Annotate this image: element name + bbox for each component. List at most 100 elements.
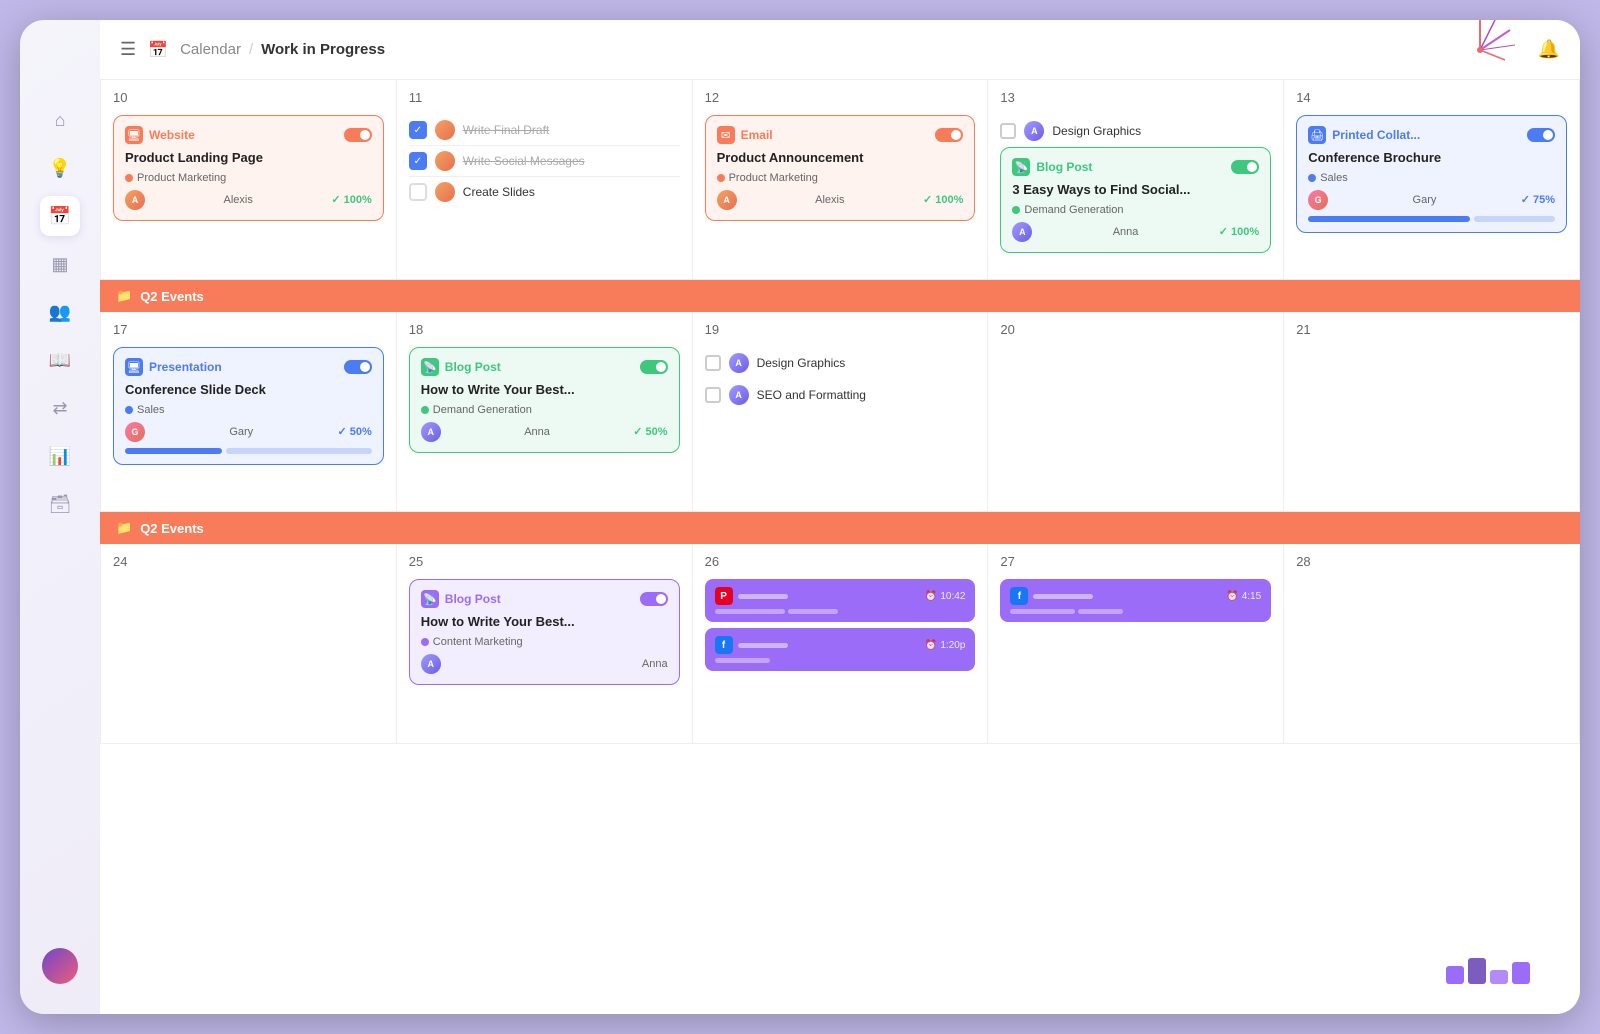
card-presentation[interactable]: 🖥 Presentation Conference Slide Deck Sal… [113,347,384,465]
blog-type-icon-25: 📡 [421,590,439,608]
q2-banner-icon: 📁 [116,288,132,304]
user-avatar[interactable] [42,948,78,984]
card-percent: ✓ 75% [1521,193,1555,206]
card-tag-label: Demand Generation [1024,204,1123,216]
website-type-icon: 🖥 [125,126,143,144]
card-blog-18[interactable]: 📡 Blog Post How to Write Your Best... De… [409,347,680,453]
q2-banner-label: Q2 Events [140,289,204,304]
sidebar-icon-home[interactable]: ⌂ [40,100,80,140]
task-checkbox[interactable] [705,387,721,403]
card-blog-13[interactable]: 📡 Blog Post 3 Easy Ways to Find Social..… [1000,147,1271,253]
card-type-label: Website [149,128,338,142]
assignee-avatar: G [1308,190,1328,210]
assignee-name: Gary [229,426,253,438]
tag-dot [125,174,133,182]
task-checkbox[interactable] [1000,123,1016,139]
social-card-facebook-26[interactable]: f ⏰1:20p [705,628,976,671]
day-number-27: 27 [1000,554,1271,569]
pinterest-icon: P [715,587,733,605]
task-seo-19: A SEO and Formatting [705,379,976,411]
card-percent: ✓ 100% [1219,225,1259,238]
checkbox-empty[interactable] [409,183,427,201]
day-number-21: 21 [1296,322,1567,337]
day-number-13: 13 [1000,90,1271,105]
card-type-label: Blog Post [445,592,634,606]
day-number-19: 19 [705,322,976,337]
breadcrumb-current: Work in Progress [261,41,385,58]
card-blog-25[interactable]: 📡 Blog Post How to Write Your Best... Co… [409,579,680,685]
card-toggle[interactable] [640,592,668,606]
day-number-11: 11 [409,90,680,105]
card-toggle[interactable] [935,128,963,142]
card-website[interactable]: 🖥 Website Product Landing Page Product M… [113,115,384,221]
card-toggle[interactable] [1231,160,1259,174]
notification-bell[interactable]: 🔔 [1538,39,1560,60]
email-type-icon: ✉ [717,126,735,144]
tag-dot [1012,206,1020,214]
card-toggle[interactable] [344,128,372,142]
card-email[interactable]: ✉ Email Product Announcement Product Mar… [705,115,976,221]
sidebar-icon-book[interactable]: 📖 [40,340,80,380]
facebook-icon: f [715,636,733,654]
calendar-day-17: 17 🖥 Presentation Conference Slide Deck … [101,312,397,512]
breadcrumb: Calendar / Work in Progress [180,41,385,58]
social-card-facebook-27[interactable]: f ⏰4:15 [1000,579,1271,622]
card-tag-label: Product Marketing [729,172,818,184]
social-card-pinterest[interactable]: P ⏰10:42 [705,579,976,622]
social-time-facebook-27: ⏰4:15 [1226,591,1261,602]
card-printed[interactable]: 🖨 Printed Collat... Conference Brochure … [1296,115,1567,233]
sidebar-icon-archive[interactable]: 🗃 [40,484,80,524]
task-avatar: A [729,353,749,373]
social-bar [1078,609,1123,614]
calendar-day-24: 24 [101,544,397,744]
sidebar-icon-users[interactable]: 👥 [40,292,80,332]
card-toggle[interactable] [640,360,668,374]
card-title: Product Announcement [717,150,964,167]
checkbox-done[interactable]: ✓ [409,152,427,170]
assignee-name: Anna [642,658,668,670]
calendar-day-13: 13 A Design Graphics 📡 Blog Post 3 Easy … [988,80,1284,280]
sidebar-icon-idea[interactable]: 💡 [40,148,80,188]
social-time-pinterest: ⏰10:42 [925,591,965,602]
calendar-day-27: 27 f ⏰4:15 [988,544,1284,744]
sidebar-icon-chart[interactable]: 📊 [40,436,80,476]
tag-dot [1308,174,1316,182]
social-bar [738,594,788,599]
task-checkbox[interactable] [705,355,721,371]
day-number-20: 20 [1000,322,1271,337]
sidebar-icon-table[interactable]: ▦ [40,244,80,284]
calendar-day-11: 11 ✓ Write Final Draft ✓ Write Social Me… [397,80,693,280]
card-type-label: Blog Post [1036,160,1225,174]
card-title: How to Write Your Best... [421,614,668,631]
card-toggle[interactable] [344,360,372,374]
checklist-text: Create Slides [463,185,680,199]
card-percent: ✓ 50% [633,425,667,438]
card-percent: ✓ 100% [923,193,963,206]
tag-dot [717,174,725,182]
card-title: 3 Easy Ways to Find Social... [1012,182,1259,199]
checklist-avatar [435,120,455,140]
card-title: Product Landing Page [125,150,372,167]
tag-dot [125,406,133,414]
task-avatar: A [729,385,749,405]
assignee-avatar: A [1012,222,1032,242]
card-percent: ✓ 100% [331,193,371,206]
assignee-avatar: A [125,190,145,210]
sidebar-icon-calendar[interactable]: 📅 [40,196,80,236]
printed-type-icon: 🖨 [1308,126,1326,144]
task-design-graphics: A Design Graphics [1000,115,1271,147]
checklist-avatar [435,151,455,171]
card-type-label: Email [741,128,930,142]
assignee-name: Gary [1413,194,1437,206]
app-header: ☰ 📅 Calendar / Work in Progress 🔔 [100,20,1580,80]
progress-filled [1308,216,1470,222]
checklist-text: Write Social Messages [463,154,680,168]
card-type-label: Printed Collat... [1332,128,1521,142]
card-toggle[interactable] [1527,128,1555,142]
breadcrumb-separator: / [249,41,253,58]
calendar-day-12: 12 ✉ Email Product Announcement Product … [693,80,989,280]
menu-icon[interactable]: ☰ [120,39,136,60]
checkbox-done[interactable]: ✓ [409,121,427,139]
day-number-17: 17 [113,322,384,337]
sidebar-icon-shuffle[interactable]: ⇄ [40,388,80,428]
